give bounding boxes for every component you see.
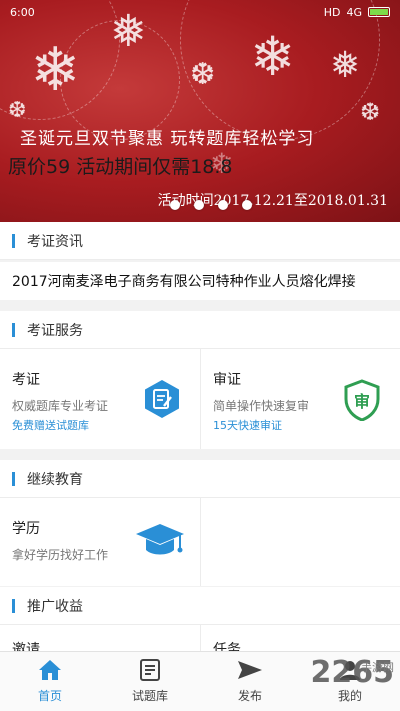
snowflake-icon: ❄ [250,25,296,88]
promotion-row: 邀请 任务 [0,625,400,651]
tab-label: 首页 [37,689,62,703]
snowflake-icon: ❄ [30,35,81,105]
section-header-news: 考证资讯 [0,222,400,260]
tab-label: 发布 [237,689,262,703]
section-accent-bar [12,598,15,613]
section-title: 考证资讯 [27,233,83,250]
tab-label: 试题库 [131,689,168,703]
carousel-dot[interactable] [170,200,180,210]
review-card[interactable]: 审证 简单操作快速复审 15天快速审证 审 [200,349,400,449]
carousel-dot[interactable] [242,200,252,210]
education-row: 学历 拿好学历找好工作 [0,498,400,586]
status-time: 6:00 [10,5,35,19]
section-accent-bar [12,233,15,248]
section-title: 考证服务 [27,322,83,339]
battery-icon [368,7,390,17]
status-bar: 6:00 HD 4G [0,0,400,24]
promo-headline: 圣诞元旦双节聚惠 玩转题库轻松学习 [20,129,315,149]
carousel-dot[interactable] [218,200,228,210]
section-accent-bar [12,322,15,337]
watermark-logo: 2265 手游网 [311,655,395,690]
task-card[interactable]: 任务 [200,625,400,651]
carousel-dot[interactable] [194,200,204,210]
promo-banner[interactable]: ❄ ❅ ❆ ❄ ❅ ❆ ❆ ❄ 6:00 HD 4G 圣诞元旦双节聚惠 玩转题库… [0,0,400,222]
section-title: 继续教育 [27,471,83,488]
snowflake-icon: ❅ [330,45,361,86]
home-icon [39,660,61,680]
section-title: 推广收益 [27,598,83,615]
tab-publish[interactable]: 发布 [200,652,300,711]
exam-card[interactable]: 考证 权威题库专业考证 免费赠送试题库 [0,349,200,449]
card-title: 任务 [213,642,241,651]
snowflake-icon: ❆ [360,98,381,126]
watermark-sub: 手游网 [361,661,394,674]
carousel-indicator[interactable] [170,200,252,210]
section-header-services: 考证服务 [0,311,400,349]
tab-home[interactable]: 首页 [0,652,100,711]
promo-price: 原价59 活动期间仅需18.8 [8,156,233,178]
degree-card[interactable]: 学历 拿好学历找好工作 [0,498,200,586]
send-icon [238,661,262,679]
section-header-promotion: 推广收益 [0,587,400,625]
question-bank-icon [140,659,160,681]
network-label: 4G [346,5,362,19]
edit-document-icon [142,379,182,423]
services-row: 考证 权威题库专业考证 免费赠送试题库 审证 简单操作快速复审 15天快速审证 … [0,349,400,449]
section-accent-bar [12,471,15,486]
signal-label: HD [323,5,341,19]
section-header-education: 继续教育 [0,460,400,498]
news-item[interactable]: 2017河南麦泽电子商务有限公司特种作业人员熔化焊接 [0,262,400,300]
tab-question-bank[interactable]: 试题库 [100,652,200,711]
snowflake-icon: ❆ [8,98,27,123]
empty-card [200,498,400,586]
svg-text:审: 审 [354,392,370,411]
shield-review-icon: 审 [342,379,382,425]
card-title: 邀请 [12,642,40,651]
snowflake-icon: ❆ [190,57,216,92]
invite-card[interactable]: 邀请 [0,625,200,651]
graduation-cap-icon [134,520,186,564]
